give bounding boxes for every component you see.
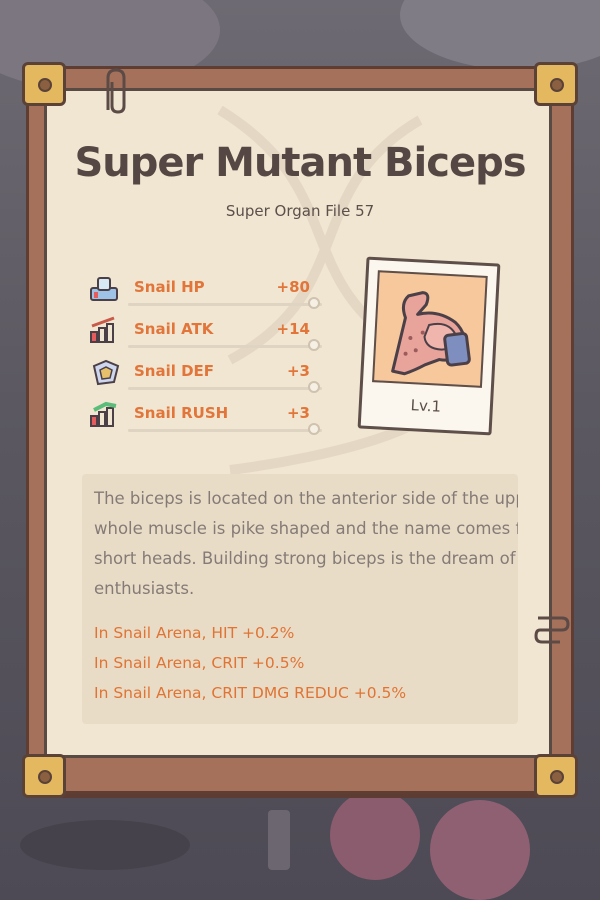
organ-title: Super Mutant Biceps (74, 140, 526, 186)
stat-divider-knob (308, 381, 320, 393)
bg-bottle (268, 810, 290, 870)
bg-rock (20, 820, 190, 870)
stat-value: +3 (286, 362, 310, 380)
stat-name: Snail RUSH (134, 404, 229, 422)
stat-value: +3 (286, 404, 310, 422)
description-line: The biceps is located on the anterior si… (94, 489, 518, 508)
atk-icon (90, 316, 115, 343)
hp-icon (90, 277, 118, 301)
stat-row-atk: Snail ATK +14 (88, 314, 328, 351)
stat-divider-knob (308, 339, 320, 351)
stat-divider (128, 339, 322, 351)
description-text: The biceps is located on the anterior si… (94, 484, 518, 604)
biceps-arm-icon (391, 291, 471, 376)
stat-row-hp: Snail HP +80 (88, 272, 328, 309)
stat-divider (128, 423, 322, 435)
stat-divider (128, 297, 322, 309)
frame-corner (534, 62, 578, 106)
stat-divider-knob (308, 297, 320, 309)
stat-divider (128, 381, 322, 393)
description-line: whole muscle is pike shaped and the name… (94, 519, 518, 538)
description-line: enthusiasts. (94, 579, 195, 598)
bg-rock (400, 0, 600, 70)
stat-value: +80 (276, 278, 310, 296)
rush-icon (90, 401, 117, 427)
frame-corner (22, 62, 66, 106)
stat-row-def: Snail DEF +3 (88, 356, 328, 393)
bg-mushroom (430, 800, 530, 900)
def-icon (92, 359, 120, 386)
description-line: short heads. Building strong biceps is t… (94, 549, 518, 568)
bg-mushroom (330, 790, 420, 880)
organ-picture (372, 270, 488, 388)
frame-corner (534, 754, 578, 798)
stat-name: Snail DEF (134, 362, 215, 380)
stat-row-rush: Snail RUSH +3 (88, 398, 328, 435)
arena-bonus: In Snail Arena, CRIT DMG REDUC +0.5% (94, 684, 407, 702)
organ-level: Lv.1 (410, 396, 442, 416)
description-panel: The biceps is located on the anterior si… (82, 474, 518, 724)
stat-value: +14 (276, 320, 310, 338)
organ-file-subtitle: Super Organ File 57 (225, 202, 375, 220)
organ-photo-card: Lv.1 (357, 256, 501, 436)
paperclip-icon (534, 616, 570, 644)
stat-divider-knob (308, 423, 320, 435)
arena-bonus: In Snail Arena, HIT +0.2% (94, 624, 295, 642)
stat-name: Snail HP (134, 278, 205, 296)
stat-name: Snail ATK (134, 320, 214, 338)
arena-bonus: In Snail Arena, CRIT +0.5% (94, 654, 305, 672)
paperclip-icon (106, 68, 126, 114)
frame-corner (22, 754, 66, 798)
